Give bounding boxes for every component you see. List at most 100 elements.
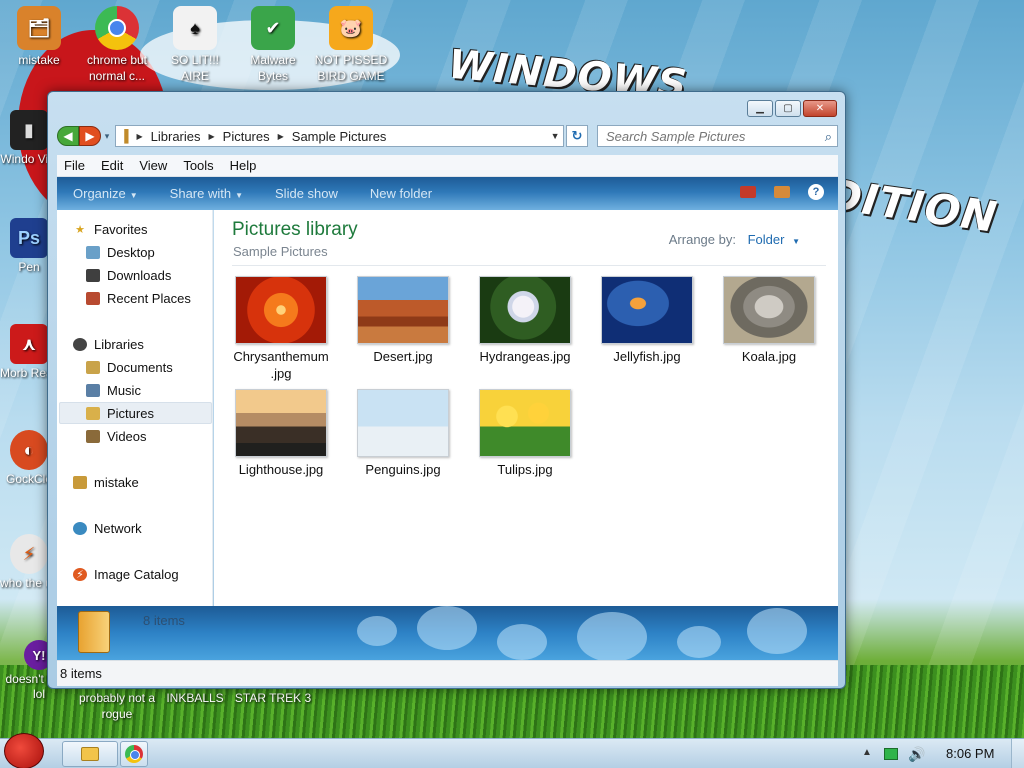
nav-downloads[interactable]: Downloads — [86, 266, 171, 284]
breadcrumb-libraries[interactable]: Libraries — [151, 129, 201, 144]
search-icon[interactable]: ⌕ — [825, 129, 832, 145]
nav-music[interactable]: Music — [86, 381, 141, 399]
maximize-button[interactable]: ▢ — [775, 100, 801, 117]
arrange-by-dropdown[interactable]: Folder — [748, 232, 785, 247]
image-thumbnail — [479, 276, 571, 344]
desktop-icon-star-trek[interactable]: STAR TREK 3 — [234, 690, 312, 706]
address-dropdown-icon[interactable]: ▼ — [547, 131, 563, 141]
recent-pages-button[interactable]: ▾ — [101, 131, 113, 142]
new-folder-button[interactable]: New folder — [370, 186, 432, 201]
chevron-down-icon[interactable]: ▼ — [792, 237, 800, 246]
slide-show-button[interactable]: Slide show — [275, 186, 338, 201]
network-tray-icon[interactable] — [884, 748, 898, 760]
file-item[interactable]: Koala.jpg — [715, 276, 823, 365]
menu-tools[interactable]: Tools — [183, 158, 213, 173]
pdf-icon: ⋏ — [10, 324, 48, 364]
organize-button[interactable]: Organize ▼ — [73, 186, 138, 201]
menu-view[interactable]: View — [139, 158, 167, 173]
show-desktop-button[interactable] — [1011, 739, 1024, 768]
address-row: ◀ ▶ ▾ ▐ ▶ Libraries ▶ Pictures ▶ Sample … — [57, 124, 838, 148]
arrow-right-icon: ▶ — [85, 129, 95, 143]
breadcrumb-sample-pictures[interactable]: Sample Pictures — [292, 129, 387, 144]
file-item[interactable]: Desert.jpg — [349, 276, 457, 365]
breadcrumb-separator-icon[interactable]: ▶ — [136, 132, 142, 141]
image-thumbnail — [357, 389, 449, 457]
explorer-window: ▁ ▢ ✕ ◀ ▶ ▾ ▐ ▶ Libraries ▶ Pictures ▶ S… — [47, 91, 846, 689]
breadcrumb-separator-icon[interactable]: ▶ — [278, 132, 284, 141]
file-item[interactable]: Jellyfish.jpg — [593, 276, 701, 365]
cleaner-icon: ◐ — [10, 430, 48, 470]
start-button[interactable] — [4, 733, 44, 768]
desktop-icon-malwarebytes[interactable]: ✔ Malware Bytes — [234, 6, 312, 84]
nav-network[interactable]: Network — [73, 519, 142, 537]
image-thumbnail — [723, 276, 815, 344]
address-bar[interactable]: ▐ ▶ Libraries ▶ Pictures ▶ Sample Pictur… — [114, 125, 565, 147]
status-bar: 8 items — [57, 660, 838, 686]
command-bar: Organize ▼ Share with ▼ Slide show New fol… — [57, 177, 838, 210]
downloads-icon — [86, 268, 100, 282]
network-icon — [73, 521, 87, 535]
refresh-icon: ↻ — [571, 128, 583, 143]
nav-libraries[interactable]: Libraries — [73, 335, 144, 353]
file-item[interactable]: Lighthouse.jpg — [227, 389, 335, 478]
chevron-down-icon: ▼ — [235, 191, 244, 200]
search-input[interactable] — [596, 125, 838, 147]
share-with-button[interactable]: Share with ▼ — [170, 186, 243, 201]
desktop-icon-solitaire[interactable]: ♠ SO LIT!!! AIRE — [156, 6, 234, 84]
desktop-icon-rogue[interactable]: probably not a rogue — [78, 690, 156, 722]
libraries-icon — [73, 337, 87, 351]
nav-mistake[interactable]: mistake — [73, 473, 139, 491]
change-view-icon[interactable] — [740, 186, 756, 198]
menu-file[interactable]: File — [64, 158, 85, 173]
clock[interactable]: 8:06 PM — [946, 746, 994, 761]
folder-icon: 🗂 — [17, 6, 61, 50]
nav-favorites[interactable]: ★ Favorites — [73, 220, 147, 238]
command-bar-right: ? — [740, 184, 824, 200]
menu-help[interactable]: Help — [230, 158, 257, 173]
arrange-by-label: Arrange by: — [668, 232, 736, 247]
desktop-icon-chrome[interactable]: chrome but normal c... — [78, 6, 156, 84]
menu-edit[interactable]: Edit — [101, 158, 123, 173]
status-item-count: 8 items — [60, 666, 102, 681]
divider — [232, 265, 826, 266]
taskbar-chrome-button[interactable] — [120, 741, 148, 767]
image-catalog-icon: ⚡ — [73, 567, 87, 581]
file-item[interactable]: Hydrangeas.jpg — [471, 276, 579, 365]
back-button[interactable]: ◀ — [57, 126, 79, 146]
lightning-icon: ⚡ — [10, 534, 48, 574]
help-icon[interactable]: ? — [808, 184, 824, 200]
nav-desktop[interactable]: Desktop — [86, 243, 155, 261]
nav-recent-places[interactable]: Recent Places — [86, 289, 191, 307]
desktop-icon-mistake[interactable]: 🗂 mistake — [0, 6, 78, 68]
image-thumbnail — [357, 276, 449, 344]
star-icon: ★ — [75, 223, 85, 236]
recent-places-icon — [86, 291, 100, 305]
nav-image-catalog[interactable]: ⚡ Image Catalog — [73, 565, 179, 583]
videos-icon — [86, 429, 100, 443]
taskbar-explorer-button[interactable] — [62, 741, 118, 767]
desktop-icon-bird-game[interactable]: 🐷 NOT PISSED BIRD GAME — [312, 6, 390, 84]
breadcrumb-pictures[interactable]: Pictures — [223, 129, 270, 144]
arrange-by: Arrange by: Folder ▼ — [669, 232, 800, 247]
minimize-button[interactable]: ▁ — [747, 100, 773, 117]
image-thumbnail — [235, 276, 327, 344]
file-item[interactable]: Chrysanthemum .jpg — [227, 276, 335, 382]
arrow-left-icon: ◀ — [63, 129, 73, 143]
close-button[interactable]: ✕ — [803, 100, 837, 117]
nav-pictures[interactable]: Pictures — [86, 404, 154, 422]
desktop-icon-inkballs[interactable]: INKBALLS — [156, 690, 234, 706]
preview-pane-icon[interactable] — [774, 186, 790, 198]
window-controls: ▁ ▢ ✕ — [747, 100, 837, 117]
volume-icon[interactable]: 🔊 — [908, 746, 925, 763]
breadcrumb-separator-icon[interactable]: ▶ — [209, 132, 215, 141]
details-pane: 8 items — [57, 606, 838, 660]
refresh-button[interactable]: ↻ — [566, 125, 588, 147]
show-hidden-icons-icon[interactable]: ▲ — [862, 747, 872, 758]
forward-button[interactable]: ▶ — [79, 126, 101, 146]
file-item[interactable]: Tulips.jpg — [471, 389, 579, 478]
photoshop-icon: Ps — [10, 218, 48, 258]
nav-documents[interactable]: Documents — [86, 358, 173, 376]
file-item[interactable]: Penguins.jpg — [349, 389, 457, 478]
nav-videos[interactable]: Videos — [86, 427, 147, 445]
pig-game-icon: 🐷 — [329, 6, 373, 50]
